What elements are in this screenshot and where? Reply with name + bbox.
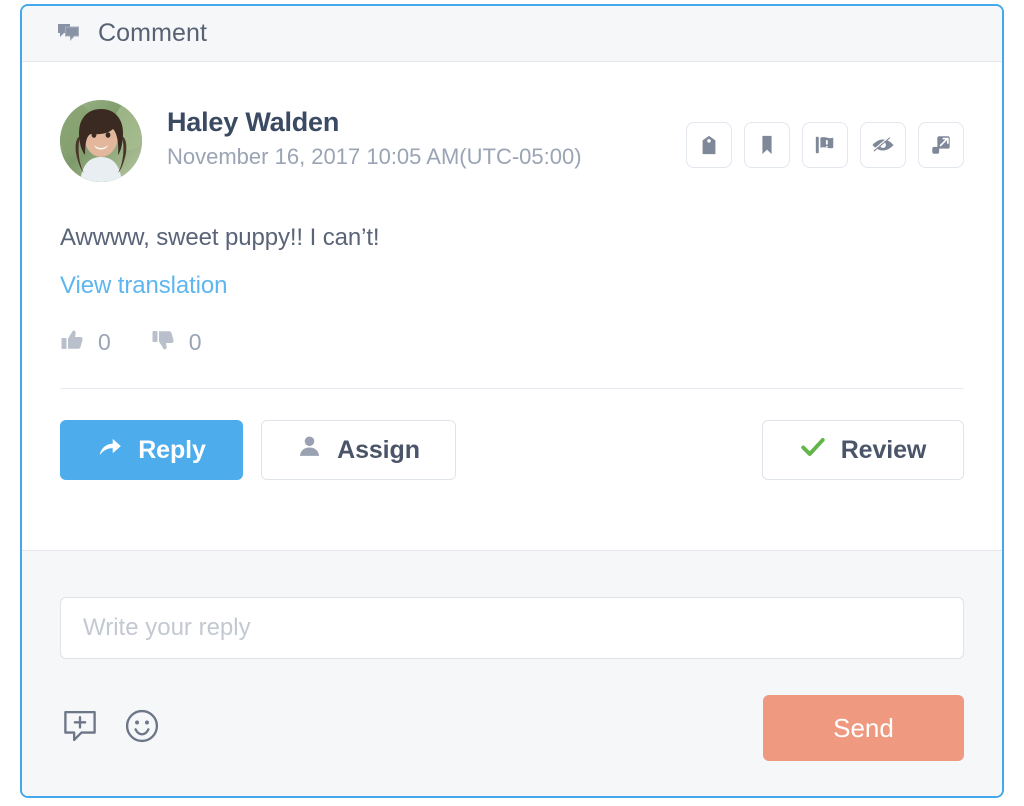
comment-icon-actions: [686, 122, 964, 168]
review-button[interactable]: Review: [762, 420, 964, 480]
eye-hidden-icon-button[interactable]: [860, 122, 906, 168]
reply-toolbar: Send: [60, 695, 964, 761]
add-canned-response-icon-button[interactable]: [60, 708, 100, 748]
person-icon: [297, 434, 322, 466]
card-header: Comment: [22, 6, 1002, 62]
thumbs-up-button[interactable]: 0: [60, 328, 111, 357]
vote-row: 0 0: [60, 328, 964, 357]
assign-button[interactable]: Assign: [261, 420, 456, 480]
reply-button[interactable]: Reply: [60, 420, 243, 480]
add-canned-response-icon: [61, 707, 99, 750]
section-divider: [60, 388, 964, 389]
eye-hidden-icon: [871, 134, 895, 156]
comment-bubbles-icon: [56, 21, 82, 47]
tag-icon-button[interactable]: [686, 122, 732, 168]
thumbs-up-icon: [60, 328, 84, 357]
bookmark-icon-button[interactable]: [744, 122, 790, 168]
comment-card: Comment Haley Walden November 16, 2017 1…: [20, 4, 1004, 798]
flag-alert-icon: [813, 134, 837, 156]
comment-meta: Haley Walden November 16, 2017 10:05 AM(…: [60, 100, 964, 182]
view-translation-link[interactable]: View translation: [60, 272, 227, 300]
assign-button-label: Assign: [337, 435, 420, 464]
reply-arrow-icon: [97, 434, 123, 467]
emoji-icon-button[interactable]: [122, 708, 162, 748]
action-row: Reply Assign Review: [60, 420, 964, 480]
send-button[interactable]: Send: [763, 695, 964, 761]
comment-timestamp: November 16, 2017 10:05 AM(UTC-05:00): [167, 143, 582, 169]
card-title: Comment: [98, 19, 208, 47]
reply-button-label: Reply: [138, 435, 206, 464]
reply-input[interactable]: [60, 597, 964, 659]
thumbs-down-button[interactable]: 0: [151, 328, 202, 357]
review-button-label: Review: [840, 435, 927, 464]
tag-icon: [698, 134, 720, 156]
flag-alert-icon-button[interactable]: [802, 122, 848, 168]
comment-body: Haley Walden November 16, 2017 10:05 AM(…: [22, 62, 1002, 550]
reply-footer: Send: [22, 550, 1002, 796]
expand-icon-button[interactable]: [918, 122, 964, 168]
thumbs-up-count: 0: [98, 329, 111, 355]
thumbs-down-icon: [151, 328, 175, 357]
avatar: [60, 100, 142, 182]
thumbs-down-count: 0: [188, 329, 202, 355]
bookmark-icon: [756, 134, 778, 156]
check-icon: [800, 434, 826, 467]
expand-icon: [930, 134, 952, 156]
emoji-icon: [123, 707, 161, 750]
comment-text: Awwww, sweet puppy!! I can’t!: [60, 224, 380, 251]
